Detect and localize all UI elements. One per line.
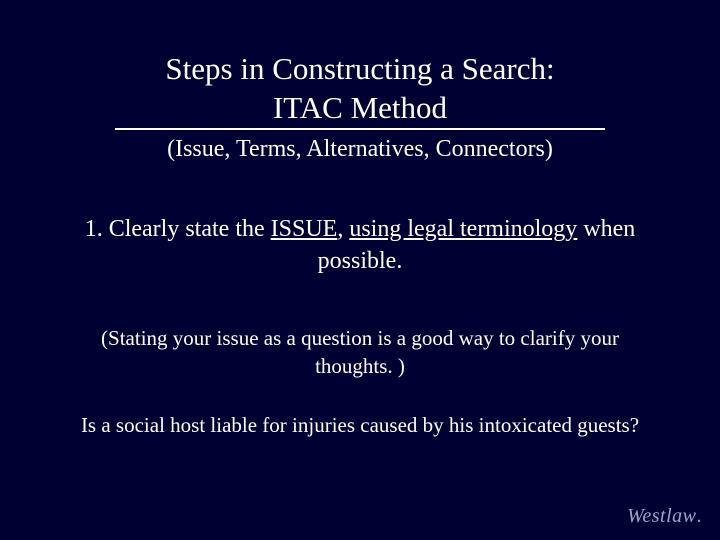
logo-dot: .: [697, 505, 703, 527]
logo-text: Westlaw: [627, 505, 696, 527]
title-underline: ITAC Method: [115, 89, 605, 130]
slide: Steps in Constructing a Search: ITAC Met…: [0, 0, 720, 540]
step-underlined-phrase: using legal terminology: [349, 216, 577, 242]
step-issue-word: ISSUE: [271, 216, 338, 242]
slide-subtitle: (Issue, Terms, Alternatives, Connectors): [60, 136, 660, 163]
slide-note: (Stating your issue as a question is a g…: [60, 325, 660, 380]
title-line-1: Steps in Constructing a Search:: [165, 51, 554, 86]
slide-title: Steps in Constructing a Search: ITAC Met…: [60, 50, 660, 130]
step-comma: ,: [337, 216, 349, 242]
step-1: 1. Clearly state the ISSUE, using legal …: [60, 213, 660, 278]
westlaw-logo: Westlaw.: [627, 505, 702, 528]
title-line-2: ITAC Method: [273, 90, 447, 125]
step-prefix: 1. Clearly state the: [85, 216, 271, 242]
slide-example: Is a social host liable for injuries cau…: [60, 412, 660, 439]
